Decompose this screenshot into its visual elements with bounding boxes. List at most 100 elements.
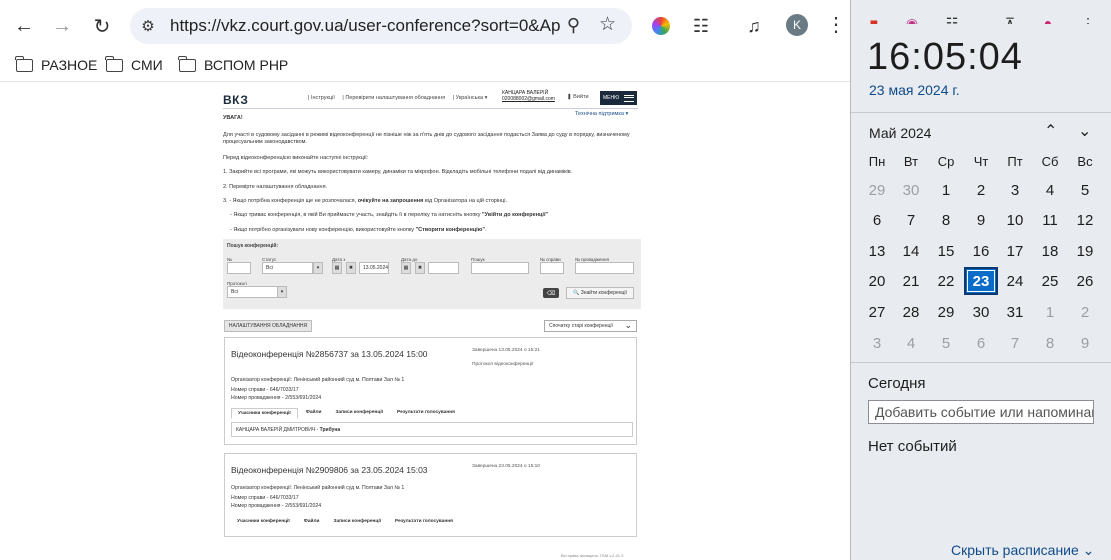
calendar-day[interactable]: 12: [1068, 206, 1102, 234]
calendar-day[interactable]: 13: [860, 237, 894, 265]
calendar-day[interactable]: 28: [894, 298, 928, 326]
date-to-input[interactable]: [428, 262, 459, 274]
clear-date-icon[interactable]: ✖: [346, 262, 356, 274]
browser-menu-icon[interactable]: ⋮: [826, 12, 846, 37]
calendar-day[interactable]: 18: [1033, 237, 1067, 265]
user-email[interactable]: 020088002@gmail.com: [502, 96, 555, 102]
media-control-icon[interactable]: ♫: [742, 14, 766, 38]
case-input[interactable]: [540, 262, 564, 274]
calendar-day[interactable]: 19: [1068, 237, 1102, 265]
site-settings-icon[interactable]: ⚙: [130, 17, 166, 35]
site-logo[interactable]: ВКЗ: [223, 93, 248, 107]
extensions-puzzle-icon[interactable]: ☷: [689, 14, 713, 38]
back-arrow-icon[interactable]: ←: [10, 12, 38, 40]
number-input[interactable]: [227, 262, 251, 274]
calendar-day[interactable]: 27: [860, 298, 894, 326]
bookmark-star-icon[interactable]: ☆: [599, 13, 616, 36]
calendar-day[interactable]: 23: [964, 267, 998, 295]
full-date-link[interactable]: 23 мая 2024 г.: [869, 82, 960, 98]
calendar-day[interactable]: 30: [964, 298, 998, 326]
calendar-day[interactable]: 8: [929, 206, 963, 234]
bookmark-folder-raznoe[interactable]: РАЗНОЕ: [15, 55, 97, 73]
bookmark-folder-smi[interactable]: СМИ: [105, 55, 163, 73]
nav-instructions[interactable]: | Інструкції: [308, 95, 335, 101]
calendar-icon[interactable]: ▦: [401, 262, 411, 274]
calendar-day[interactable]: 29: [860, 176, 894, 204]
calendar-day[interactable]: 9: [1068, 329, 1102, 357]
calendar-day[interactable]: 7: [998, 329, 1032, 357]
equipment-settings-button[interactable]: НАЛАШТУВАННЯ ОБЛАДНАННЯ: [224, 320, 312, 332]
calendar-day[interactable]: 2: [964, 176, 998, 204]
tray-avatar-icon[interactable]: ●: [1039, 14, 1057, 24]
color-extension-icon[interactable]: [652, 17, 670, 35]
calendar-day[interactable]: 20: [860, 267, 894, 295]
nav-check-equipment[interactable]: | Перевірити налаштування обладнання: [342, 95, 445, 101]
proceeding-input[interactable]: [575, 262, 634, 274]
tab-participants[interactable]: Учасники конференції: [231, 517, 296, 526]
calendar-day[interactable]: 9: [964, 206, 998, 234]
profile-avatar[interactable]: K: [786, 14, 808, 36]
calendar-day[interactable]: 1: [1033, 298, 1067, 326]
tray-extension-icon[interactable]: ☷: [943, 14, 961, 25]
calendar-day[interactable]: 1: [929, 176, 963, 204]
calendar-day[interactable]: 15: [929, 237, 963, 265]
calendar-day[interactable]: 29: [929, 298, 963, 326]
nav-language[interactable]: | Українська ▾: [453, 95, 488, 101]
status-select[interactable]: Всі: [262, 262, 313, 274]
url-text[interactable]: https://vkz.court.gov.ua/user-conference…: [170, 16, 560, 36]
calendar-day[interactable]: 14: [894, 237, 928, 265]
search-input[interactable]: [471, 262, 529, 274]
tab-voting-results[interactable]: Результати голосування: [391, 408, 461, 419]
calendar-day[interactable]: 6: [964, 329, 998, 357]
calendar-day[interactable]: 3: [860, 329, 894, 357]
calendar-day[interactable]: 2: [1068, 298, 1102, 326]
calendar-day[interactable]: 8: [1033, 329, 1067, 357]
tab-files[interactable]: Файли: [298, 517, 326, 526]
logout-link[interactable]: ❚ Вийти: [567, 94, 589, 100]
date-from-input[interactable]: 13.05.2024: [359, 262, 389, 274]
month-label[interactable]: Май 2024: [869, 125, 931, 141]
calendar-day[interactable]: 24: [998, 267, 1032, 295]
tray-app-icon[interactable]: ◉: [903, 14, 921, 25]
calendar-day[interactable]: 10: [998, 206, 1032, 234]
calendar-day[interactable]: 4: [1033, 176, 1067, 204]
status-dropdown-icon[interactable]: ▾: [313, 262, 323, 274]
calendar-day[interactable]: 21: [894, 267, 928, 295]
menu-button[interactable]: МЕНЮ: [600, 91, 637, 105]
calendar-day[interactable]: 16: [964, 237, 998, 265]
tab-recordings[interactable]: Записи конференції: [329, 408, 389, 419]
calendar-icon[interactable]: ▦: [332, 262, 342, 274]
tab-files[interactable]: Файли: [300, 408, 328, 419]
find-conferences-button[interactable]: 🔍 Знайти конференції: [566, 287, 634, 299]
calendar-day[interactable]: 4: [894, 329, 928, 357]
protocol-dropdown-icon[interactable]: ▾: [277, 286, 287, 298]
calendar-day[interactable]: 26: [1068, 267, 1102, 295]
next-month-icon[interactable]: ⌄: [1078, 121, 1091, 141]
calendar-day[interactable]: 11: [1033, 206, 1067, 234]
calendar-day[interactable]: 30: [894, 176, 928, 204]
clear-date-icon[interactable]: ✖: [415, 262, 425, 274]
zoom-icon[interactable]: ⚲: [567, 15, 580, 36]
forward-arrow-icon[interactable]: →: [48, 12, 76, 40]
calendar-day[interactable]: 31: [998, 298, 1032, 326]
protocol-link[interactable]: Протокол відеоконференції: [472, 362, 533, 367]
tray-app-icon[interactable]: ■: [865, 14, 883, 24]
tray-pin-icon[interactable]: ⊼: [1001, 14, 1019, 25]
tab-participants[interactable]: Учасники конференції: [231, 408, 298, 419]
address-bar[interactable]: ⚙ https://vkz.court.gov.ua/user-conferen…: [130, 8, 632, 44]
calendar-day[interactable]: 17: [998, 237, 1032, 265]
add-event-input[interactable]: Добавить событие или напоминание: [868, 400, 1094, 424]
previous-month-icon[interactable]: ⌃: [1044, 121, 1057, 141]
hide-schedule-link[interactable]: Скрыть расписание ⌄: [951, 542, 1094, 559]
bookmark-folder-vspom[interactable]: ВСПОМ РНР: [178, 55, 288, 73]
tab-voting-results[interactable]: Результати голосування: [389, 517, 459, 526]
calendar-day[interactable]: 7: [894, 206, 928, 234]
calendar-day[interactable]: 5: [929, 329, 963, 357]
tray-menu-icon[interactable]: ⋮: [1079, 14, 1097, 25]
calendar-day[interactable]: 25: [1033, 267, 1067, 295]
tab-recordings[interactable]: Записи конференції: [327, 517, 387, 526]
calendar-day[interactable]: 3: [998, 176, 1032, 204]
calendar-day[interactable]: 5: [1068, 176, 1102, 204]
clear-filter-button[interactable]: ⌫: [543, 288, 559, 298]
protocol-select[interactable]: Всі: [227, 286, 278, 298]
